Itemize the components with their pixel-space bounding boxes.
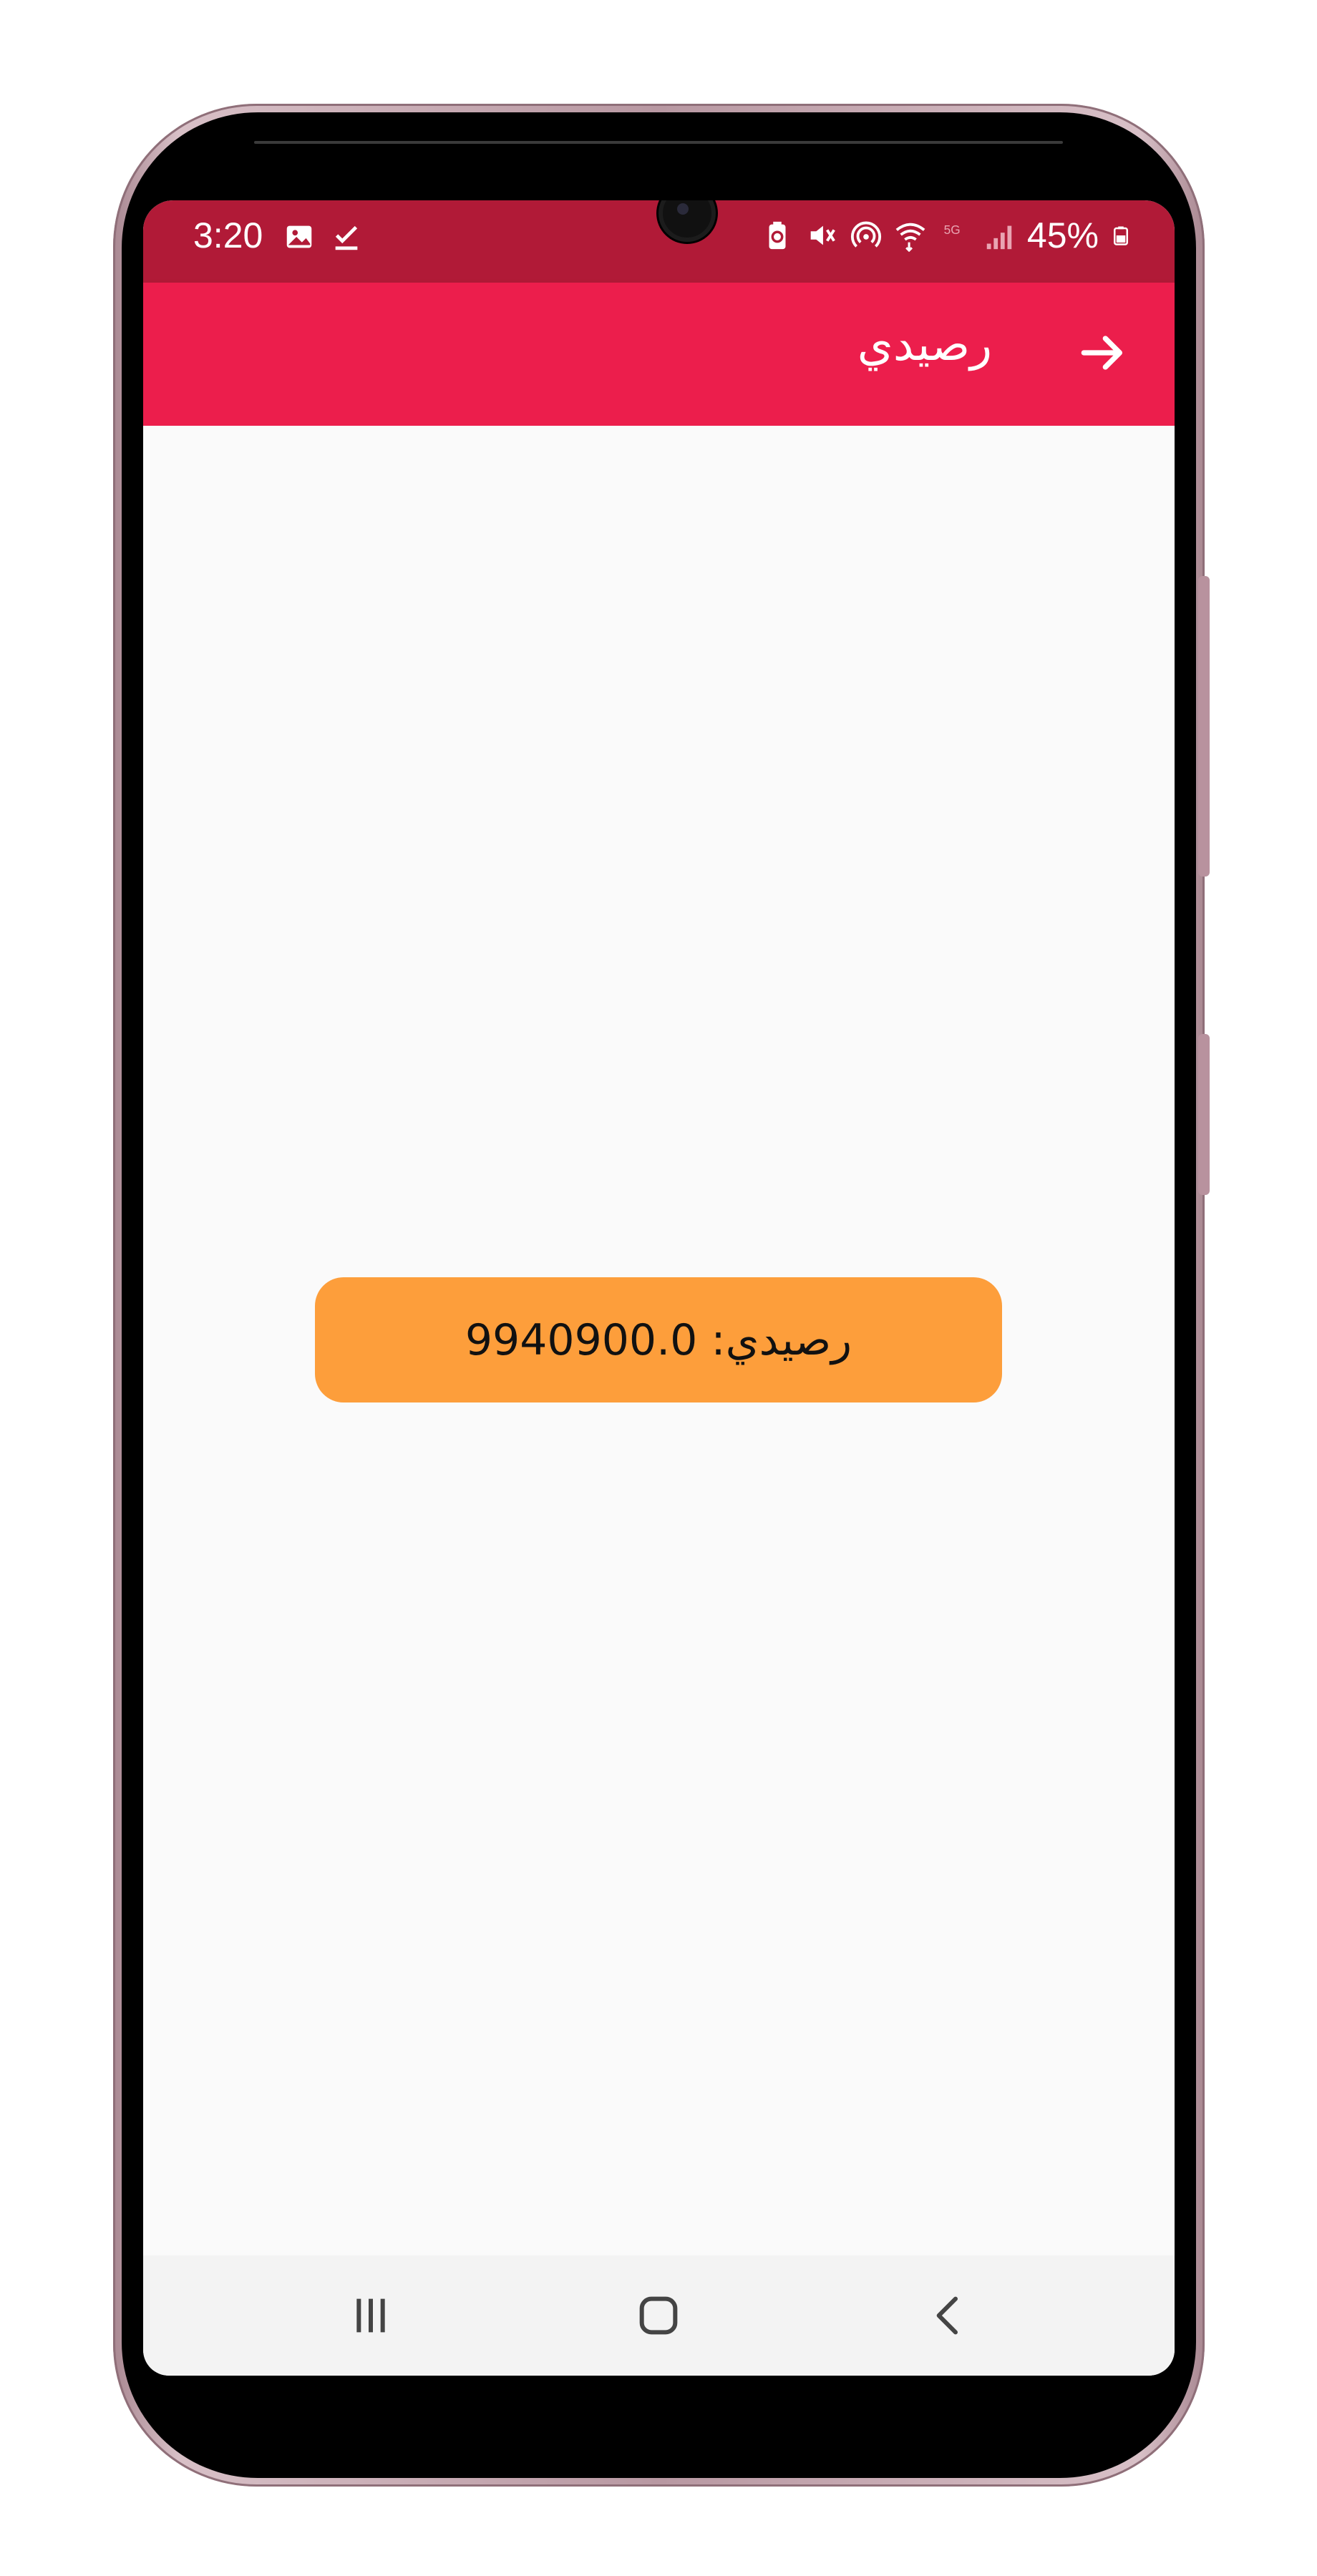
svg-text:5G: 5G bbox=[944, 223, 961, 237]
page-title: رصيدي bbox=[857, 318, 992, 371]
power-button bbox=[1198, 1034, 1210, 1195]
system-nav-bar bbox=[143, 2255, 1175, 2376]
speaker-grille bbox=[254, 141, 1063, 144]
battery-saver-icon bbox=[769, 221, 786, 250]
front-camera bbox=[658, 200, 716, 242]
main-content: رصيدي: 9940900.0 bbox=[143, 426, 1175, 2258]
status-bar: 3:20 5G 45% bbox=[143, 200, 1175, 283]
gallery-icon bbox=[286, 225, 312, 248]
signal-icon bbox=[986, 225, 1012, 250]
arrow-right-icon[interactable] bbox=[1074, 324, 1132, 381]
status-time: 3:20 bbox=[193, 215, 263, 255]
hotspot-icon bbox=[850, 221, 881, 248]
phone-screen: 3:20 5G 45% رصيدي رصيدي: 9940900.0 bbox=[143, 200, 1175, 2376]
back-chevron-icon[interactable] bbox=[920, 2287, 977, 2344]
battery-percent: 45% bbox=[1026, 215, 1099, 255]
volume-button bbox=[1198, 576, 1210, 877]
mute-icon bbox=[810, 225, 835, 245]
battery-icon bbox=[1114, 226, 1128, 245]
recents-icon[interactable] bbox=[342, 2287, 399, 2344]
app-bar: رصيدي bbox=[143, 283, 1175, 426]
home-icon[interactable] bbox=[630, 2287, 687, 2344]
status-left-icons bbox=[283, 220, 363, 253]
5g-icon: 5G bbox=[944, 223, 961, 237]
status-right-icons: 5G 45% bbox=[761, 215, 1132, 256]
balance-card: رصيدي: 9940900.0 bbox=[315, 1277, 1002, 1402]
device-screenshot: 3:20 5G 45% رصيدي رصيدي: 9940900.0 bbox=[0, 0, 1317, 2576]
balance-text: رصيدي: 9940900.0 bbox=[465, 1314, 852, 1365]
task-check-icon bbox=[335, 225, 358, 250]
wifi-icon bbox=[895, 223, 925, 252]
